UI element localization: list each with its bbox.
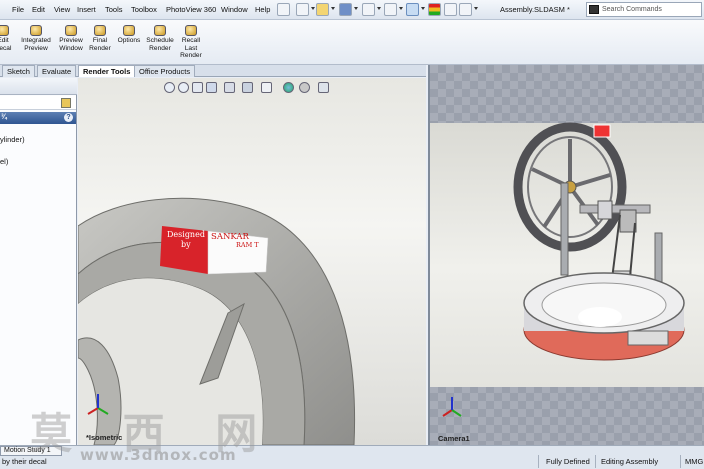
schedule-render-icon [154, 25, 166, 36]
document-title: Assembly.SLDASM * [500, 5, 570, 14]
status-divider [680, 455, 681, 468]
tab-office-products[interactable]: Office Products [134, 65, 196, 77]
status-mode: Editing Assembly [601, 457, 659, 466]
preview-window-label: Preview Window [59, 37, 83, 52]
render-preview-window[interactable]: Camera1 [428, 65, 704, 445]
edit-decal-button[interactable]: Edit Decal [0, 25, 12, 52]
edit-decal-icon [0, 25, 9, 36]
zoom-to-fit-icon[interactable] [164, 82, 175, 93]
hide-show-items-icon[interactable] [261, 82, 272, 93]
integrated-preview-button[interactable]: Integrated Preview [17, 25, 55, 52]
panel-selection-box[interactable] [0, 96, 76, 110]
menu-view[interactable]: View [54, 5, 70, 14]
camera-label: Camera1 [438, 434, 470, 443]
options-button[interactable]: Options [115, 25, 143, 45]
decal-text-name2: RAM T [236, 241, 259, 249]
traffic-light-icon[interactable] [428, 3, 441, 16]
menu-edit[interactable]: Edit [32, 5, 45, 14]
menu-window[interactable]: Window [221, 5, 248, 14]
print-icon[interactable] [362, 3, 375, 16]
chevron-down-icon[interactable] [311, 7, 315, 10]
new-document-icon[interactable] [296, 3, 309, 16]
decal-text-designed: Designed [167, 230, 205, 239]
chevron-down-icon[interactable] [354, 7, 358, 10]
axis-triad-icon [442, 397, 462, 417]
tab-sketch[interactable]: Sketch [2, 65, 35, 77]
chevron-down-icon[interactable] [421, 7, 425, 10]
search-input[interactable]: Search Commands [602, 6, 662, 13]
tab-evaluate[interactable]: Evaluate [37, 65, 77, 77]
command-prompt-icon [589, 5, 599, 14]
tab-motion-study[interactable]: Motion Study 1 [0, 446, 62, 456]
status-message: by their decal [2, 457, 47, 466]
menu-insert[interactable]: Insert [77, 5, 96, 14]
select-arrow-icon[interactable] [406, 3, 419, 16]
view-orientation-label: *Isometric [86, 433, 123, 442]
chevron-down-icon[interactable] [331, 7, 335, 10]
final-render-icon [94, 25, 106, 36]
apply-scene-icon[interactable] [299, 82, 310, 93]
help-icon[interactable]: ? [64, 113, 73, 122]
pin-icon[interactable] [277, 3, 290, 16]
chevron-down-icon[interactable] [377, 7, 381, 10]
heads-up-view-toolbar [162, 80, 337, 95]
schedule-render-button[interactable]: Schedule Render [145, 25, 175, 52]
status-bar [0, 445, 704, 469]
status-units[interactable]: MMG [685, 457, 703, 466]
flywheel-closeup-model [78, 197, 356, 445]
search-commands-box[interactable]: Search Commands [586, 2, 702, 17]
preview-window-icon [65, 25, 77, 36]
edit-appearance-icon[interactable] [283, 82, 294, 93]
tab-render-tools[interactable]: Render Tools [78, 65, 136, 77]
view-settings-icon[interactable] [318, 82, 329, 93]
zoom-to-area-icon[interactable] [178, 82, 189, 93]
status-divider [595, 455, 596, 468]
menu-help[interactable]: Help [255, 5, 270, 14]
recall-last-render-icon [185, 25, 197, 36]
recall-last-render-button[interactable]: Recall Last Render [178, 25, 204, 60]
menu-toolbox[interactable]: Toolbox [131, 5, 157, 14]
previous-view-icon[interactable] [192, 82, 203, 93]
command-manager-tabs: Sketch Evaluate Render Tools Office Prod… [0, 65, 426, 77]
integrated-preview-label: Integrated Preview [21, 37, 51, 52]
save-icon[interactable] [339, 3, 352, 16]
display-style-icon[interactable] [242, 82, 253, 93]
options-gear-icon[interactable] [459, 3, 472, 16]
chevron-down-icon[interactable] [474, 7, 478, 10]
recall-last-render-label: Recall Last Render [180, 37, 202, 59]
menu-bar: File Edit View Insert Tools Toolbox Phot… [0, 0, 704, 20]
status-divider [538, 455, 539, 468]
view-orientation-icon[interactable] [224, 82, 235, 93]
panel-header [0, 78, 77, 95]
graphics-viewport[interactable]: Designed by SANKAR RAM T *Isometric [78, 78, 426, 445]
edit-decal-label: Edit Decal [0, 37, 12, 52]
menu-file[interactable]: File [12, 5, 24, 14]
schedule-render-label: Schedule Render [146, 37, 174, 52]
list-item[interactable]: el) [0, 157, 8, 166]
stirling-engine-render [442, 122, 685, 417]
property-manager-panel: ¾ ? ylinder) el) [0, 78, 77, 445]
final-render-label: Final Render [89, 37, 111, 52]
render-tools-toolbar: Edit Decal Integrated Preview Preview Wi… [0, 20, 704, 65]
group-header-mark: ¾ [1, 114, 7, 121]
final-render-button[interactable]: Final Render [87, 25, 113, 52]
list-item[interactable]: ylinder) [0, 135, 25, 144]
menu-photoview[interactable]: PhotoView 360 [166, 5, 216, 14]
integrated-preview-icon [30, 25, 42, 36]
open-folder-icon[interactable] [316, 3, 329, 16]
chevron-down-icon[interactable] [399, 7, 403, 10]
section-view-icon[interactable] [206, 82, 217, 93]
decal-text-by: by [181, 240, 191, 249]
undo-icon[interactable] [384, 3, 397, 16]
decal-library-icon[interactable] [61, 98, 71, 108]
preview-window-button[interactable]: Preview Window [56, 25, 86, 52]
options-icon [123, 25, 135, 36]
file-properties-icon[interactable] [444, 3, 457, 16]
panel-group-header[interactable]: ¾ ? [0, 112, 76, 124]
options-label: Options [117, 37, 141, 44]
menu-tools[interactable]: Tools [105, 5, 123, 14]
status-definition: Fully Defined [546, 457, 590, 466]
